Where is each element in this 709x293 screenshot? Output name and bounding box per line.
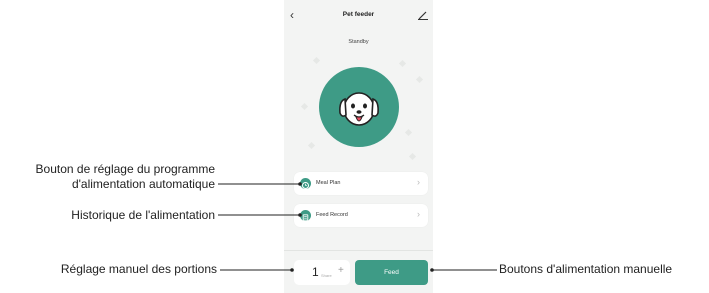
annotation-feed-button: Boutons d'alimentation manuelle <box>499 262 673 276</box>
annotation-dot <box>430 268 434 272</box>
annotation-meal-plan-line1: Bouton de réglage du programme <box>35 162 215 176</box>
annotation-leader <box>218 183 497 271</box>
annotation-meal-plan-line2: d'alimentation automatique <box>71 177 215 191</box>
annotation-lines <box>218 182 497 272</box>
annotation-dot <box>298 182 302 186</box>
annotation-portion: Réglage manuel des portions <box>60 262 217 276</box>
annotation-feed-record: Historique de l'alimentation <box>71 208 215 222</box>
annotation-dot <box>298 213 302 217</box>
annotation-dot <box>290 268 294 272</box>
